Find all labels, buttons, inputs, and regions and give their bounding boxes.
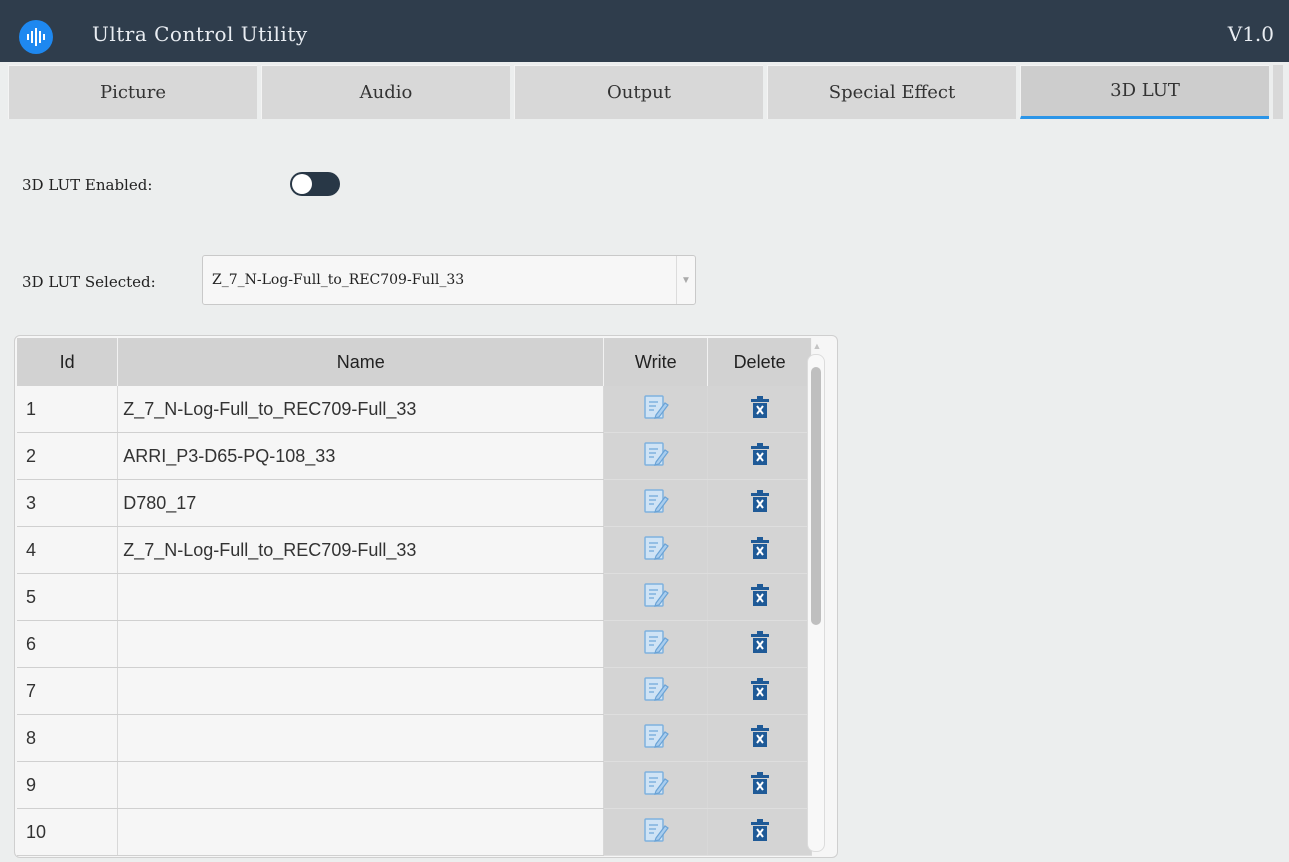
- row-id: 4: [17, 526, 119, 574]
- row-id: 10: [17, 808, 119, 856]
- delete-cell: [707, 432, 812, 480]
- header-write: Write: [603, 338, 709, 386]
- scrollbar-thumb[interactable]: [811, 367, 821, 625]
- table-row[interactable]: 4 Z_7_N-Log-Full_to_REC709-Full_33: [17, 526, 812, 574]
- tab-bar: Picture Audio Output Special Effect 3D L…: [8, 65, 1284, 121]
- trash-icon[interactable]: [750, 395, 770, 424]
- trash-icon[interactable]: [750, 489, 770, 518]
- row-name: [117, 573, 605, 621]
- write-cell: [603, 714, 709, 762]
- table-row[interactable]: 6: [17, 620, 812, 668]
- lut-selected-dropdown[interactable]: Z_7_N-Log-Full_to_REC709-Full_33 ▼: [202, 255, 696, 305]
- tab-bar-overflow: [1273, 65, 1283, 119]
- table-row[interactable]: 7: [17, 667, 812, 715]
- lut-enabled-toggle[interactable]: [290, 172, 340, 196]
- row-id: 3: [17, 479, 119, 527]
- write-icon[interactable]: [642, 628, 670, 661]
- row-name: [117, 667, 605, 715]
- row-id: 2: [17, 432, 119, 480]
- write-icon[interactable]: [642, 816, 670, 849]
- app-title: Ultra Control Utility: [92, 22, 308, 46]
- table-row[interactable]: 10: [17, 808, 812, 856]
- delete-cell: [707, 667, 812, 715]
- tab-output[interactable]: Output: [514, 65, 763, 119]
- table-row[interactable]: 9: [17, 761, 812, 809]
- delete-cell: [707, 573, 812, 621]
- table-row[interactable]: 8: [17, 714, 812, 762]
- chevron-down-icon[interactable]: ▼: [676, 256, 695, 304]
- write-cell: [603, 761, 709, 809]
- trash-icon[interactable]: [750, 536, 770, 565]
- row-name: D780_17: [117, 479, 605, 527]
- write-icon[interactable]: [642, 722, 670, 755]
- table-body: 1 Z_7_N-Log-Full_to_REC709-Full_33 2 ARRI_P…: [17, 386, 812, 856]
- row-name: ARRI_P3-D65-PQ-108_33: [117, 432, 605, 480]
- row-name: [117, 808, 605, 856]
- table-row[interactable]: 3 D780_17: [17, 479, 812, 527]
- write-icon[interactable]: [642, 769, 670, 802]
- delete-cell: [707, 479, 812, 527]
- trash-icon[interactable]: [750, 818, 770, 847]
- row-name: Z_7_N-Log-Full_to_REC709-Full_33: [117, 526, 605, 574]
- tab-picture[interactable]: Picture: [8, 65, 257, 119]
- table-header-row: Id Name Write Delete: [17, 338, 812, 386]
- lut-selected-value: Z_7_N-Log-Full_to_REC709-Full_33: [212, 272, 465, 288]
- lut-table: Id Name Write Delete 1 Z_7_N-Log-Full_to_…: [14, 335, 838, 858]
- write-cell: [603, 479, 709, 527]
- trash-icon[interactable]: [750, 724, 770, 753]
- header-delete: Delete: [707, 338, 812, 386]
- table-scrollbar[interactable]: [807, 354, 825, 852]
- write-icon[interactable]: [642, 393, 670, 426]
- write-cell: [603, 526, 709, 574]
- toggle-knob: [292, 174, 312, 194]
- write-cell: [603, 808, 709, 856]
- delete-cell: [707, 620, 812, 668]
- table-row[interactable]: 1 Z_7_N-Log-Full_to_REC709-Full_33: [17, 386, 812, 433]
- row-name: [117, 761, 605, 809]
- write-icon[interactable]: [642, 487, 670, 520]
- trash-icon[interactable]: [750, 677, 770, 706]
- row-id: 1: [17, 386, 119, 433]
- tab-3d-lut[interactable]: 3D LUT: [1020, 65, 1269, 119]
- trash-icon[interactable]: [750, 442, 770, 471]
- trash-icon[interactable]: [750, 771, 770, 800]
- write-cell: [603, 667, 709, 715]
- delete-cell: [707, 714, 812, 762]
- delete-cell: [707, 386, 812, 433]
- audio-wave-logo-icon: [19, 20, 53, 54]
- write-icon[interactable]: [642, 534, 670, 567]
- write-cell: [603, 386, 709, 433]
- row-id: 9: [17, 761, 119, 809]
- write-icon[interactable]: [642, 675, 670, 708]
- tab-audio[interactable]: Audio: [261, 65, 510, 119]
- delete-cell: [707, 808, 812, 856]
- write-cell: [603, 432, 709, 480]
- app-version: V1.0: [1227, 22, 1274, 46]
- row-id: 8: [17, 714, 119, 762]
- tab-special-effect[interactable]: Special Effect: [767, 65, 1016, 119]
- write-cell: [603, 573, 709, 621]
- lut-selected-label: 3D LUT Selected:: [22, 273, 156, 291]
- header-id: Id: [17, 338, 119, 386]
- scroll-up-icon[interactable]: ▲: [809, 341, 825, 353]
- row-name: [117, 714, 605, 762]
- write-icon[interactable]: [642, 581, 670, 614]
- row-name: [117, 620, 605, 668]
- row-name: Z_7_N-Log-Full_to_REC709-Full_33: [117, 386, 605, 433]
- delete-cell: [707, 526, 812, 574]
- delete-cell: [707, 761, 812, 809]
- header-name: Name: [117, 338, 605, 386]
- trash-icon[interactable]: [750, 630, 770, 659]
- row-id: 5: [17, 573, 119, 621]
- table-row[interactable]: 5: [17, 573, 812, 621]
- lut-enabled-label: 3D LUT Enabled:: [22, 176, 153, 194]
- table-row[interactable]: 2 ARRI_P3-D65-PQ-108_33: [17, 432, 812, 480]
- trash-icon[interactable]: [750, 583, 770, 612]
- write-icon[interactable]: [642, 440, 670, 473]
- row-id: 6: [17, 620, 119, 668]
- title-bar: Ultra Control Utility V1.0: [0, 0, 1289, 62]
- write-cell: [603, 620, 709, 668]
- row-id: 7: [17, 667, 119, 715]
